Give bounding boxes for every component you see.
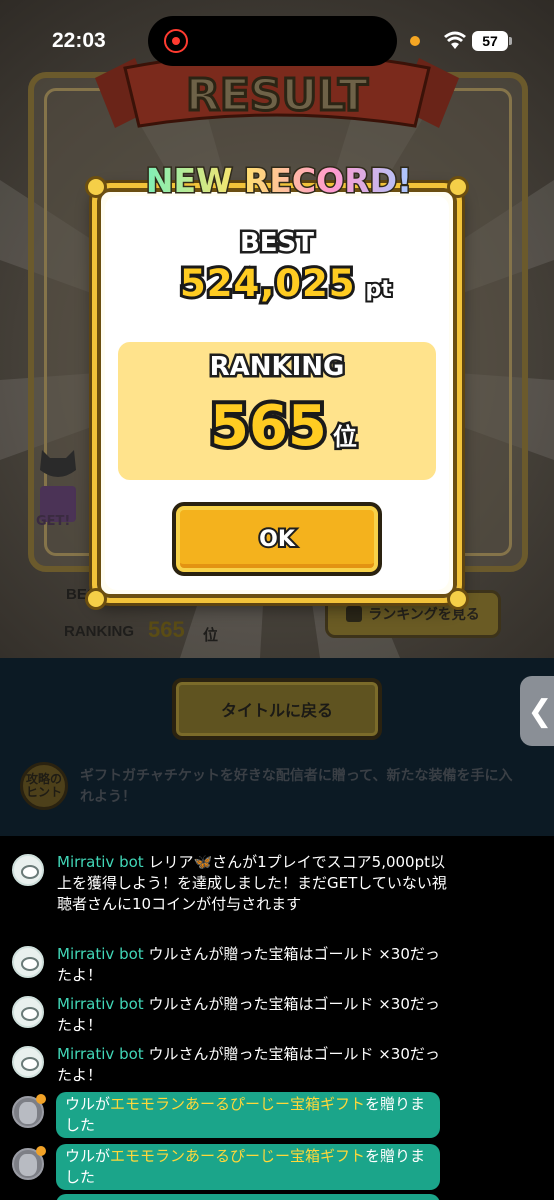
ranking-label: RANKING [207,350,347,385]
chat-sender: Mirrativ bot [57,1045,144,1063]
hint-text: ギフトガチャチケットを好きな配信者に贈って、新たな装備を手に入れよう！ [80,768,513,805]
wifi-icon [444,31,466,49]
ranking-value: 565 [206,390,331,463]
user-badge-dot [36,1094,46,1104]
gift-message-partial [56,1194,440,1200]
best-value: 524,025 [177,259,358,308]
new-record-headline: NEW RECORD! [140,156,418,202]
status-time: 22:03 [52,29,106,52]
ok-button[interactable]: OK [172,502,382,576]
hint-badge: 攻略の ヒント [20,762,68,810]
bg-ranking-label: RANKING [64,623,134,640]
battery-icon: 57 [472,31,512,51]
best-unit: pt [364,275,394,304]
back-to-title-label: タイトルに戻る [220,701,333,720]
gift-item: エモモランあーるぴーじー宝箱ギフト [110,1095,366,1113]
bot-avatar [12,1046,44,1078]
chevron-left-icon: ❮ [527,693,553,729]
ok-label: OK [257,525,297,554]
ranking-panel: RANKING 565 位 [118,342,436,480]
bot-avatar [12,946,44,978]
status-bar: 22:03 57 [0,0,554,80]
get-label: GET! [36,514,71,529]
trophy-icon [346,606,363,622]
bg-ranking-unit: 位 [203,627,219,644]
gift-user[interactable]: ウル [65,1095,95,1113]
ranking-unit: 位 [330,421,359,454]
best-label: BEST [237,226,316,261]
bot-avatar [12,996,44,1028]
gift-user[interactable]: ウル [65,1147,95,1165]
side-panel-tab[interactable]: ❮ [520,676,554,746]
best-score: 524,025 pt [177,259,394,308]
camera-indicator-icon [410,36,420,46]
record-indicator-icon [164,29,188,53]
gift-item: エモモランあーるぴーじー宝箱ギフト [110,1147,366,1165]
back-to-title-button[interactable]: タイトルに戻る [172,678,382,740]
user-badge-dot [36,1146,46,1156]
chat-sender: Mirrativ bot [57,945,144,963]
chat-sender: Mirrativ bot [57,995,144,1013]
new-record-text: NEW RECORD! [146,161,412,200]
chat-sender: Mirrativ bot [57,853,144,871]
bot-avatar [12,854,44,886]
bg-ranking-value: 565 [148,617,185,642]
